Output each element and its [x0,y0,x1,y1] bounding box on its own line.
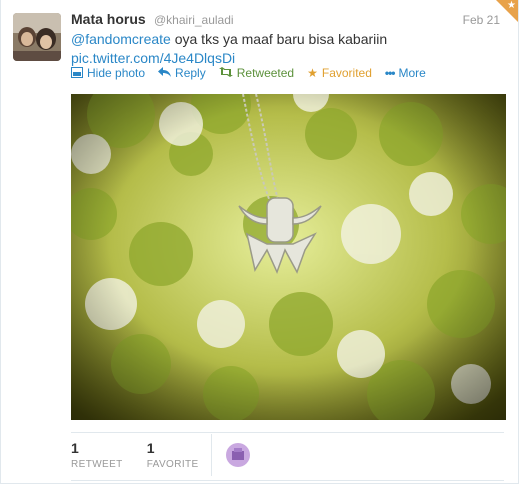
favorite-count: 1 [146,440,155,456]
stats-divider-bottom [71,480,504,481]
mention-link[interactable]: @fandomcreate [71,31,171,47]
pic-link[interactable]: pic.twitter.com/4Je4DlqsDi [71,50,235,66]
favorite-stat[interactable]: 1 FAVORITE [147,434,212,476]
retweet-icon [218,67,233,79]
user-handle[interactable]: @khairi_auladi [154,13,234,27]
more-label: More [398,66,426,80]
tweet-text: @fandomcreate oya tks ya maaf baru bisa … [71,30,491,68]
reply-button[interactable]: Reply [158,66,206,80]
user-name[interactable]: Mata horus [71,11,146,27]
avatar[interactable] [13,13,61,61]
retweet-stat-label: RETWEET [71,459,123,470]
tweet-actions: Hide photo Reply Retweeted ★ Favorited •… [71,66,426,80]
tweet-card: ★ Mata horus @khairi_auladi Feb 21 @fand… [0,0,519,484]
tweet-photo[interactable] [71,94,506,420]
reply-icon [158,67,172,79]
favorited-label: Favorited [321,66,372,80]
tweet-stats: 1 RETWEET 1 FAVORITE [71,434,250,476]
favoriter-avatar[interactable] [225,443,250,467]
photo-icon [71,66,83,80]
more-button[interactable]: ••• More [385,66,426,80]
retweet-count: 1 [71,440,79,456]
favorite-button[interactable]: ★ Favorited [307,66,372,80]
more-icon: ••• [384,66,396,80]
reply-label: Reply [175,66,206,80]
retweeted-label: Retweeted [236,66,295,80]
stats-divider-top [71,432,504,433]
hide-photo-button[interactable]: Hide photo [71,66,145,80]
retweet-stat[interactable]: 1 RETWEET [71,434,135,476]
favorite-stat-label: FAVORITE [146,459,199,470]
star-icon: ★ [507,0,516,11]
tweet-body: oya tks ya maaf baru bisa kabariin [170,31,388,47]
tweet-date[interactable]: Feb 21 [463,13,500,27]
retweet-button[interactable]: Retweeted [218,66,295,80]
hide-photo-label: Hide photo [87,66,146,80]
star-icon: ★ [307,66,318,80]
